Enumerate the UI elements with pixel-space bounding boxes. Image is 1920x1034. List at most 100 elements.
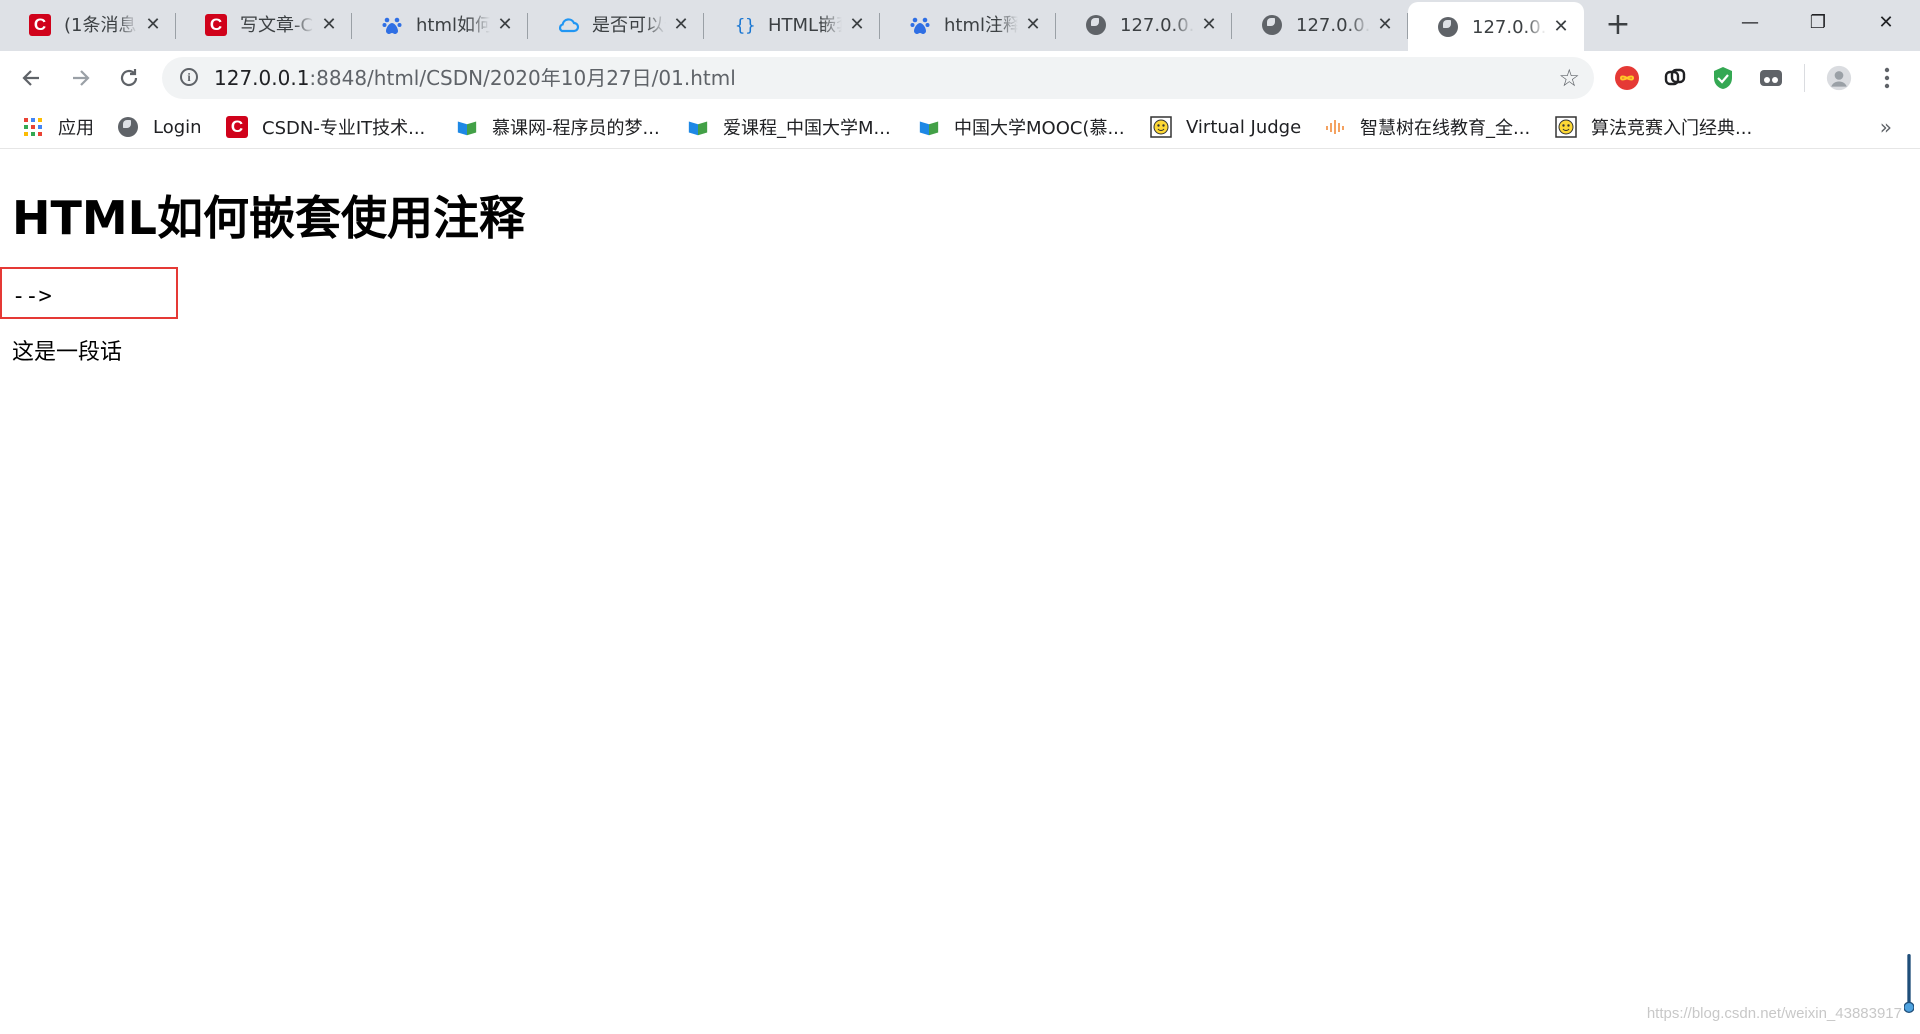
info-icon[interactable]: i: [180, 68, 198, 86]
book-icon: [918, 116, 940, 138]
tab-8[interactable]: 127.0.0.1 ✕: [1232, 0, 1408, 51]
bookmark-zhihuishu[interactable]: 智慧树在线教育_全...: [1324, 113, 1530, 141]
bookmark-label: 智慧树在线教育_全...: [1360, 118, 1531, 139]
infinity-extension-icon[interactable]: [1614, 65, 1640, 91]
wave-icon: [1324, 116, 1346, 138]
thermometer-icon: [1904, 948, 1914, 1020]
tab-title: 写文章-CSDN博客: [240, 15, 314, 36]
arrow-left-icon: [22, 70, 39, 86]
close-icon[interactable]: ✕: [1022, 14, 1044, 36]
bookmark-label: 应用: [58, 118, 94, 139]
tab-1[interactable]: C (1条消息) html如何嵌套 ✕: [0, 0, 176, 51]
bookmark-label: CSDN-专业IT技术...: [262, 118, 426, 139]
tab-9-active[interactable]: 127.0.0.1 ✕: [1408, 2, 1584, 51]
apps-grid-icon: [22, 116, 44, 138]
baidu-paw-icon: [908, 13, 932, 37]
close-icon[interactable]: ✕: [494, 14, 516, 36]
bookmark-vjudge[interactable]: Virtual Judge: [1150, 113, 1301, 141]
bookmark-label: 爱课程_中国大学M...: [723, 118, 891, 139]
close-icon[interactable]: ✕: [142, 14, 164, 36]
new-tab-button[interactable]: +: [1602, 10, 1634, 42]
toolbar: i 127.0.0.1:8848/html/CSDN/2020年10月27日/0…: [0, 51, 1920, 105]
csdn-icon: C: [226, 116, 248, 138]
book-icon: [456, 116, 478, 138]
bookmark-algo-book[interactable]: 算法竞赛入门经典...: [1555, 113, 1752, 141]
tab-strip: C (1条消息) html如何嵌套 ✕ C 写文章-CSDN博客 ✕ html如…: [0, 0, 1920, 51]
bookmark-csdn[interactable]: C CSDN-专业IT技术...: [226, 113, 425, 141]
url-text[interactable]: 127.0.0.1:8848/html/CSDN/2020年10月27日/01.…: [214, 57, 736, 99]
incognito-extension-icon[interactable]: [1758, 65, 1784, 91]
globe-icon: [117, 116, 139, 138]
tab-title: (1条消息) html如何嵌套: [64, 15, 138, 36]
tab-title: HTML嵌套注释: [768, 15, 842, 36]
tab-title: 是否可以嵌套注释: [592, 15, 666, 36]
toolbar-divider: [1804, 64, 1805, 92]
bookmark-label: 算法竞赛入门经典...: [1591, 118, 1753, 139]
paragraph-text: 这是一段话: [12, 340, 123, 365]
bookmark-label: 慕课网-程序员的梦...: [492, 118, 660, 139]
tab-2[interactable]: C 写文章-CSDN博客 ✕: [176, 0, 352, 51]
close-window-button[interactable]: ✕: [1852, 0, 1920, 44]
bookmarks-bar: 应用 Login C CSDN-专业IT技术... 慕课网-程序员的梦... 爱…: [0, 105, 1920, 149]
close-icon[interactable]: ✕: [318, 14, 340, 36]
globe-icon: [1260, 13, 1284, 37]
close-icon[interactable]: ✕: [1374, 14, 1396, 36]
restore-button[interactable]: ❐: [1784, 0, 1852, 44]
close-icon[interactable]: ✕: [1198, 14, 1220, 36]
reload-button[interactable]: [112, 61, 146, 95]
bookmark-star-icon[interactable]: ☆: [1558, 65, 1580, 91]
url-path: :8848/html/CSDN/2020年10月27日/01.html: [309, 66, 736, 90]
comment-residue-text: -->: [12, 284, 52, 309]
close-icon[interactable]: ✕: [846, 14, 868, 36]
smiley-icon: [1150, 116, 1172, 138]
menu-kebab-icon[interactable]: [1874, 65, 1900, 91]
restore-icon: ❐: [1809, 11, 1827, 33]
smiley-icon: [1555, 116, 1577, 138]
bookmark-label: Virtual Judge: [1186, 116, 1302, 138]
minimize-icon: —: [1741, 11, 1759, 33]
forward-button[interactable]: [64, 61, 98, 95]
watermark: https://blog.csdn.net/weixin_43883917: [1646, 1005, 1902, 1022]
globe-icon: [1084, 13, 1108, 37]
braces-icon: {}: [732, 13, 756, 37]
bookmark-mooc[interactable]: 中国大学MOOC(慕...: [918, 113, 1125, 141]
tab-7[interactable]: 127.0.0.1 ✕: [1056, 0, 1232, 51]
tab-title: html注释嵌套: [944, 15, 1018, 36]
back-button[interactable]: [14, 61, 48, 95]
cloud-icon: [556, 13, 580, 37]
close-icon[interactable]: ✕: [1550, 16, 1572, 38]
globe-icon: [1436, 15, 1460, 39]
tab-title: 127.0.0.1: [1296, 15, 1370, 36]
csdn-icon: C: [28, 13, 52, 37]
csdn-icon: C: [204, 13, 228, 37]
baidu-paw-icon: [380, 13, 404, 37]
svg-text:{}: {}: [735, 16, 755, 36]
shield-icon[interactable]: [1710, 65, 1736, 91]
close-icon: ✕: [1878, 11, 1894, 33]
bookmark-label: 中国大学MOOC(慕...: [954, 118, 1125, 139]
address-bar[interactable]: i 127.0.0.1:8848/html/CSDN/2020年10月27日/0…: [162, 57, 1594, 99]
tab-6[interactable]: html注释嵌套 ✕: [880, 0, 1056, 51]
tab-5[interactable]: {} HTML嵌套注释 ✕: [704, 0, 880, 51]
bookmark-apps[interactable]: 应用: [22, 113, 94, 141]
tab-title: 127.0.0.1: [1472, 17, 1546, 38]
bookmarks-overflow-button[interactable]: »: [1880, 115, 1892, 139]
bookmark-label: Login: [153, 116, 202, 138]
bookmark-icourse[interactable]: 爱课程_中国大学M...: [687, 113, 891, 141]
url-host: 127.0.0.1: [214, 66, 310, 90]
book-icon: [687, 116, 709, 138]
avatar[interactable]: [1826, 65, 1852, 91]
bookmark-login[interactable]: Login: [117, 113, 202, 141]
arrow-right-icon: [73, 70, 90, 86]
minimize-button[interactable]: —: [1716, 0, 1784, 44]
bookmark-imooc[interactable]: 慕课网-程序员的梦...: [456, 113, 660, 141]
tab-title: html如何嵌套注释: [416, 15, 490, 36]
tab-3[interactable]: html如何嵌套注释 ✕: [352, 0, 528, 51]
page-content: HTML如何嵌套使用注释 --> 这是一段话 https://blog.csdn…: [0, 149, 1920, 1034]
page-heading: HTML如何嵌套使用注释: [12, 191, 525, 245]
close-icon[interactable]: ✕: [670, 14, 692, 36]
tab-4[interactable]: 是否可以嵌套注释 ✕: [528, 0, 704, 51]
tab-title: 127.0.0.1: [1120, 15, 1194, 36]
link-extension-icon[interactable]: [1662, 65, 1688, 91]
reload-icon: [120, 69, 138, 87]
